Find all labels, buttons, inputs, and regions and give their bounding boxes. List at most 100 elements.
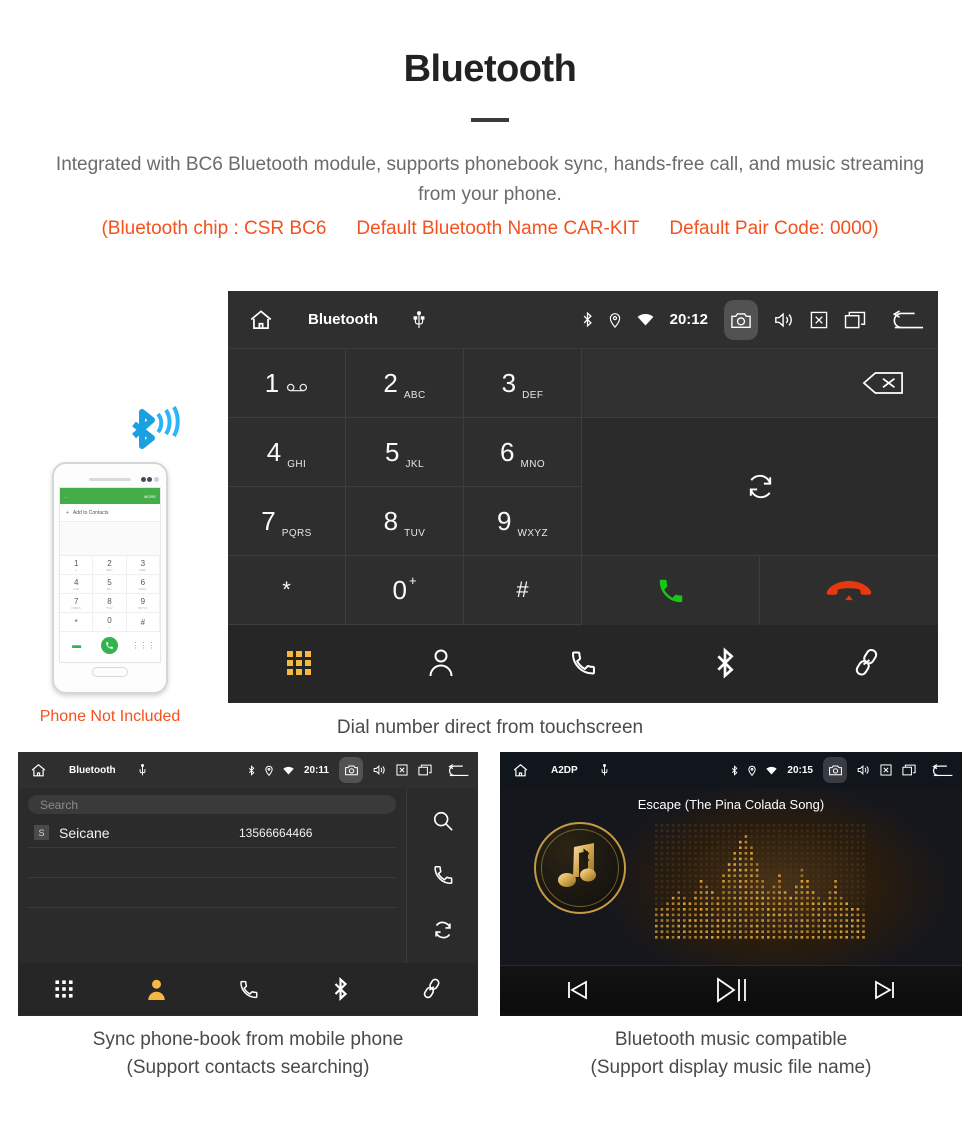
call-button[interactable] [582,556,760,625]
contacts-caption-line2: (Support contacts searching) [18,1054,478,1082]
link-icon [852,648,882,678]
phone-key: 8 TUV [93,594,126,613]
next-button[interactable] [808,977,962,1003]
phone-sim-icon: ▬ [72,640,81,650]
bluetooth-icon [731,765,738,776]
camera-icon[interactable] [339,757,363,783]
dial-key-5[interactable]: 5 JKL [346,418,464,487]
phone-icon [569,648,597,678]
recents-icon[interactable] [902,764,916,776]
dial-key-8[interactable]: 8 TUV [346,487,464,556]
bluetooth-wave-icon [122,402,192,457]
play-pause-button[interactable] [654,975,808,1005]
music-title: A2DP [551,765,578,776]
dial-key-star[interactable]: * [228,556,346,625]
key-number: 4 [267,439,281,465]
phone-more-label: MORE [144,494,156,499]
dialer-title: Bluetooth [308,311,378,328]
contact-row-empty [28,878,396,908]
dialer-keypad: 1 2 ABC 3 DEF 4 GHI 5 JKL 6 MNO 7 PQRS 8… [228,349,582,624]
equalizer-visualizer [655,824,870,944]
contact-row[interactable]: S Seicane 13566664466 [28,818,396,848]
camera-icon[interactable] [823,757,847,783]
close-box-icon[interactable] [880,764,892,776]
recents-icon[interactable] [418,764,432,776]
dial-key-hash[interactable]: # [464,556,582,625]
previous-button[interactable] [500,977,654,1003]
tab-pair[interactable] [796,648,938,678]
phone-add-contact-label: Add to Contacts [73,510,109,516]
key-number: 6 [500,439,514,465]
key-number: * [282,579,291,601]
dial-key-2[interactable]: 2 ABC [346,349,464,418]
tab-contacts[interactable] [110,978,202,1001]
camera-icon[interactable] [724,300,758,340]
tab-contacts[interactable] [370,648,512,678]
music-caption-line1: Bluetooth music compatible [500,1026,962,1054]
tab-call-log[interactable] [202,978,294,1001]
hangup-button[interactable] [760,556,938,625]
phone-home-button [92,667,128,677]
search-button[interactable] [432,810,454,832]
dial-key-6[interactable]: 6 MNO [464,418,582,487]
music-screen: A2DP 20:15 Escape (The Pina Colada Song) [500,752,962,1016]
dialer-tabbar [228,624,938,702]
key-letters: PQRS [282,528,312,539]
skip-previous-icon [564,977,590,1003]
phone-earpiece [89,478,131,481]
dial-key-7[interactable]: 7 PQRS [228,487,346,556]
search-icon [432,810,454,832]
phone-key: 0 + [93,613,126,632]
dialer-right-column [582,349,938,624]
tab-keypad[interactable] [228,649,370,677]
title-divider [471,118,509,122]
volume-icon[interactable] [857,764,870,776]
key-number: # [516,579,528,601]
backspace-button[interactable] [582,349,938,418]
key-number: 5 [385,439,399,465]
dial-key-1[interactable]: 1 [228,349,346,418]
tab-keypad[interactable] [18,979,110,999]
contacts-body: Search S Seicane 13566664466 [18,788,478,963]
volume-icon[interactable] [774,311,794,329]
back-icon[interactable] [892,310,924,330]
dialer-status-bar: Bluetooth 20:12 [228,291,938,348]
hangup-icon [826,578,872,604]
key-letters: ABC [404,390,426,401]
song-title: Escape (The Pina Colada Song) [500,788,962,812]
home-icon[interactable] [30,762,47,779]
key-letters: MNO [520,459,545,470]
dial-key-9[interactable]: 9 WXYZ [464,487,582,556]
phone-key: 4 GHI [60,575,93,594]
close-box-icon[interactable] [810,311,828,329]
key-number: 9 [497,508,511,534]
dial-button[interactable] [432,864,454,886]
back-icon[interactable] [448,764,469,777]
tab-pair[interactable] [386,978,478,1000]
volume-icon[interactable] [373,764,386,776]
backspace-icon [862,371,904,395]
phone-call-button [101,637,118,654]
key-letters: JKL [406,459,424,470]
contacts-tabbar [18,963,478,1015]
home-icon[interactable] [512,762,529,779]
key-number: 7 [261,508,275,534]
contacts-caption-line1: Sync phone-book from mobile phone [18,1026,478,1054]
music-body: Escape (The Pina Colada Song) [500,788,962,965]
tab-bluetooth[interactable] [654,647,796,679]
contacts-list: Search S Seicane 13566664466 [18,788,406,963]
sync-contacts-button[interactable] [432,919,454,941]
search-input[interactable]: Search [28,795,396,814]
key-letters: WXYZ [517,528,548,539]
dial-key-0[interactable]: 0 + [346,556,464,625]
dial-key-3[interactable]: 3 DEF [464,349,582,418]
dial-key-4[interactable]: 4 GHI [228,418,346,487]
transfer-audio-button[interactable] [582,418,938,556]
home-icon[interactable] [248,307,274,333]
recents-icon[interactable] [844,311,866,329]
back-icon[interactable] [932,764,953,777]
tab-bluetooth[interactable] [294,977,386,1001]
key-number: 0 [392,577,406,603]
tab-call-log[interactable] [512,648,654,678]
close-box-icon[interactable] [396,764,408,776]
